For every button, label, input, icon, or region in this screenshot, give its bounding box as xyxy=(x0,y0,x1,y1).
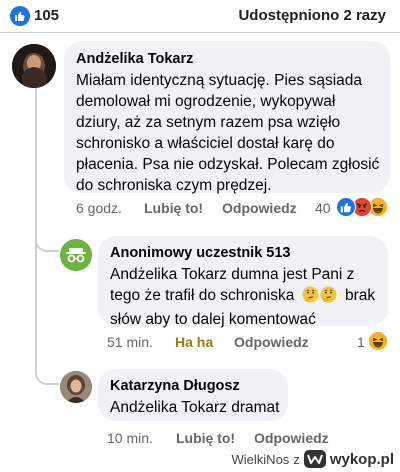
haha-button[interactable]: Ha ha xyxy=(175,334,213,350)
like-button[interactable]: Lubię to! xyxy=(144,200,203,216)
comment-text: Andżelika Tokarz dramat xyxy=(110,399,280,416)
comment-text-line: Andżelika Tokarz dumna jest Pani z xyxy=(110,266,355,283)
comment-text-line: słów aby to dalej komentować xyxy=(110,311,316,328)
divider xyxy=(0,32,400,33)
watermark-separator: z xyxy=(293,451,300,467)
thinking-face-icon xyxy=(302,286,319,309)
watermark-brand: wykop.pl xyxy=(329,450,394,468)
comment-time[interactable]: 6 godz. xyxy=(76,200,122,216)
wykop-logo-icon xyxy=(303,450,326,468)
post-stats-bar: 105 Udostępniono 2 razy xyxy=(0,0,400,32)
avatar[interactable] xyxy=(12,44,56,88)
like-icon xyxy=(336,197,356,217)
like-count[interactable]: 105 xyxy=(34,7,59,24)
comment-text-segment: tego że trafił do schroniska xyxy=(110,287,295,304)
shares-count[interactable]: Udostępniono 2 razy xyxy=(238,7,386,24)
thread-connector xyxy=(35,220,59,252)
like-button[interactable]: Lubię to! xyxy=(176,430,235,446)
thread-connector xyxy=(35,355,59,385)
reply-button[interactable]: Odpowiedz xyxy=(222,200,297,216)
like-icon[interactable] xyxy=(10,6,30,26)
avatar[interactable] xyxy=(60,239,92,271)
comment-text-line: tego że trafił do schroniska brak xyxy=(110,285,386,309)
reply-button[interactable]: Odpowiedz xyxy=(234,334,309,350)
thinking-face-icon xyxy=(320,286,337,309)
reaction-count[interactable]: 40 xyxy=(315,200,331,216)
watermark: WielkiNos z wykop.pl xyxy=(232,450,394,468)
comment-text: Andżelika Tokarz dumna jest Pani z tego … xyxy=(110,264,386,330)
comment-author[interactable]: Katarzyna Długosz xyxy=(110,378,240,394)
comment-text: Miałam identyczną sytuację. Pies sąsiada… xyxy=(76,72,380,194)
comment-text-segment: brak xyxy=(345,287,376,304)
comment-author[interactable]: Anonimowy uczestnik 513 xyxy=(110,245,291,261)
reaction-count[interactable]: 1 xyxy=(357,334,365,350)
comment-time[interactable]: 51 min. xyxy=(107,334,153,350)
watermark-user: WielkiNos xyxy=(231,451,290,467)
avatar[interactable] xyxy=(60,371,92,403)
laugh-icon xyxy=(368,331,388,351)
comment-author[interactable]: Andżelika Tokarz xyxy=(76,51,193,67)
reply-button[interactable]: Odpowiedz xyxy=(254,430,329,446)
comment-time[interactable]: 10 min. xyxy=(107,430,153,446)
